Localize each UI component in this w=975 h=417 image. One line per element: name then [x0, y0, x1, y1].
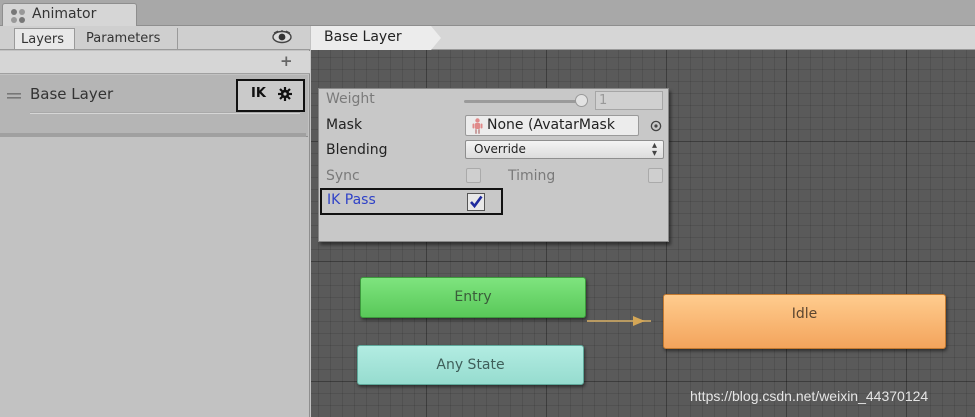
ik-pass-checkbox[interactable] — [467, 193, 485, 211]
layer-name: Base Layer — [30, 85, 114, 103]
animator-icon — [10, 8, 26, 28]
layer-toolbar: + — [0, 51, 310, 74]
timing-checkbox[interactable] — [648, 168, 663, 183]
state-label-entry: Entry — [454, 289, 492, 305]
layer-settings-popup: Weight 1 Mask None (AvatarMask Blending … — [318, 88, 669, 242]
avatar-mask-icon — [472, 118, 483, 135]
mask-field[interactable]: None (AvatarMask — [465, 115, 639, 136]
drag-handle-icon[interactable] — [7, 90, 21, 105]
blending-dropdown[interactable]: Override ▴ ▾ — [465, 140, 664, 159]
weight-label: Weight — [326, 91, 375, 107]
blending-value: Override — [474, 142, 526, 156]
blending-label: Blending — [326, 142, 388, 158]
animator-window-tab[interactable]: Animator — [2, 3, 137, 26]
sync-label: Sync — [326, 168, 360, 184]
weight-slider-thumb[interactable] — [575, 94, 588, 107]
layer-list-divider — [0, 133, 306, 137]
state-node-idle[interactable]: Idle — [663, 294, 946, 349]
layers-panel: Layers Parameters + Base Layer IK — [0, 26, 310, 417]
add-layer-button[interactable]: + — [280, 52, 293, 70]
tab-layers[interactable]: Layers — [14, 28, 75, 49]
breadcrumb-bar: Base Layer — [311, 26, 975, 50]
ik-pass-row: IK Pass — [320, 188, 503, 215]
object-picker-icon[interactable] — [650, 120, 662, 136]
mask-value: None (AvatarMask — [487, 117, 615, 133]
ik-pass-label: IK Pass — [327, 192, 376, 208]
gear-icon — [278, 87, 292, 105]
mask-label: Mask — [326, 117, 363, 133]
watermark: https://blog.csdn.net/weixin_44370124 — [690, 388, 929, 404]
weight-field[interactable]: 1 — [595, 91, 663, 110]
tab-parameters[interactable]: Parameters — [80, 28, 178, 49]
dropdown-arrows-icon: ▴ ▾ — [651, 140, 657, 159]
breadcrumb[interactable]: Base Layer — [311, 26, 441, 50]
ik-badge-label: IK — [251, 86, 266, 101]
window-title: Animator — [32, 6, 97, 22]
transition-arrow-icon[interactable] — [587, 316, 665, 326]
timing-label: Timing — [508, 168, 556, 184]
layer-settings-button[interactable]: IK — [236, 79, 305, 112]
state-node-entry[interactable]: Entry — [360, 277, 586, 318]
state-label-idle: Idle — [791, 306, 818, 322]
state-machine-graph[interactable]: Base Layer Weight 1 Mask None (AvatarMas… — [311, 26, 975, 417]
eye-icon[interactable] — [272, 30, 292, 48]
state-label-any-state: Any State — [436, 357, 505, 373]
state-node-any-state[interactable]: Any State — [357, 345, 584, 385]
panel-tab-bar: Layers Parameters — [0, 26, 310, 50]
window-tab-strip: Animator — [0, 0, 975, 26]
sync-checkbox[interactable] — [466, 168, 481, 183]
weight-slider[interactable] — [464, 100, 582, 103]
layer-item-base-layer[interactable]: Base Layer IK — [0, 75, 308, 137]
breadcrumb-label: Base Layer — [324, 29, 402, 45]
layer-weight-bar — [30, 112, 300, 114]
